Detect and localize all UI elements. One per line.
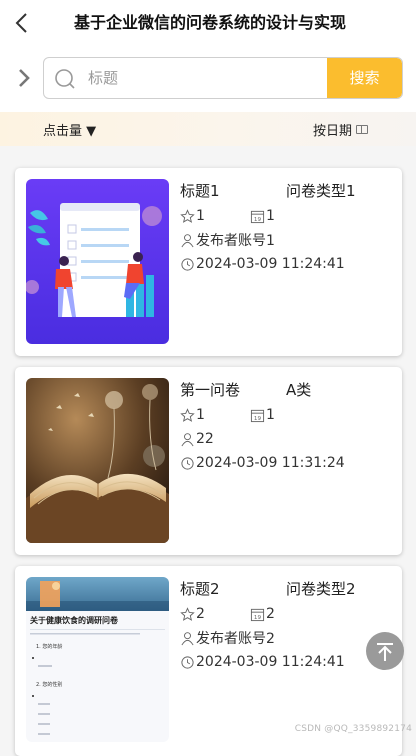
sort-bar: 点击量 ▼ 按日期 [0, 112, 416, 146]
survey-card[interactable]: 标题1 问卷类型1 1 19 1 发布者账号1 2024-03-09 11:24:4… [15, 168, 402, 356]
arrow-up-icon [377, 643, 393, 661]
search-row: 搜索 [0, 46, 416, 112]
top-bar: 基于企业微信的问卷系统的设计与实现 [0, 0, 416, 46]
date-count: 1 [266, 208, 275, 224]
publish-time: 2024-03-09 11:24:41 [196, 654, 345, 670]
doc-title: 关于健康饮食的调研问卷 [30, 616, 118, 625]
doc-section: 1. 您的年龄 [36, 644, 63, 650]
sort-order-icon [356, 125, 369, 134]
star-icon [180, 208, 195, 224]
star-icon [180, 606, 195, 622]
survey-thumbnail: 关于健康饮食的调研问卷 1. 您的年龄 2. 您的性别 [26, 577, 169, 742]
calendar-icon: 19 [250, 408, 265, 423]
survey-thumbnail [26, 378, 169, 543]
publisher: 22 [196, 431, 214, 447]
card-info: 第一问卷 A类 1 19 1 22 2024-03-09 11:31:24 [180, 379, 395, 475]
svg-text:19: 19 [254, 217, 262, 223]
svg-text:19: 19 [254, 416, 262, 422]
sort-by-clicks[interactable]: 点击量 ▼ [43, 120, 96, 139]
star-count: 1 [196, 208, 205, 224]
star-count: 2 [196, 606, 205, 622]
card-type: 问卷类型2 [286, 580, 356, 598]
user-icon [180, 432, 195, 447]
card-title: 第一问卷 [180, 381, 241, 399]
clock-icon [180, 257, 195, 272]
card-info: 标题1 问卷类型1 1 19 1 发布者账号1 2024-03-09 11:24:4… [180, 180, 395, 276]
star-count: 1 [196, 407, 205, 423]
star-icon [180, 407, 195, 423]
card-type: A类 [286, 381, 312, 399]
publisher: 发布者账号2 [196, 631, 275, 647]
user-icon [180, 631, 195, 646]
card-title: 标题1 [180, 182, 220, 200]
date-count: 2 [266, 606, 275, 622]
survey-card[interactable]: 第一问卷 A类 1 19 1 22 2024-03-09 11:31:24 [15, 367, 402, 555]
date-count: 1 [266, 407, 275, 423]
card-info: 标题2 问卷类型2 2 19 2 发布者账号2 2024-03-09 11:24:4… [180, 578, 395, 674]
clock-icon [180, 456, 195, 471]
sort-by-date[interactable]: 按日期 [313, 120, 369, 139]
card-type: 问卷类型1 [286, 182, 356, 200]
publisher: 发布者账号1 [196, 233, 275, 249]
search-button[interactable]: 搜索 [327, 58, 402, 98]
search-input[interactable] [88, 58, 324, 98]
card-title: 标题2 [180, 580, 220, 598]
survey-thumbnail [26, 179, 169, 344]
clock-icon [180, 655, 195, 670]
search-box: 搜索 [43, 57, 403, 99]
page-title: 基于企业微信的问卷系统的设计与实现 [73, 13, 346, 32]
svg-text:19: 19 [254, 615, 262, 621]
back-to-top-button[interactable] [366, 632, 404, 670]
user-icon [180, 233, 195, 248]
doc-section: 2. 您的性别 [36, 682, 63, 688]
sort-by-date-label: 按日期 [313, 124, 353, 139]
search-icon [53, 67, 77, 95]
watermark: CSDN @QQ_3359892174 [294, 724, 412, 734]
calendar-icon: 19 [250, 607, 265, 622]
chevron-right-icon[interactable] [14, 66, 34, 90]
publish-time: 2024-03-09 11:24:41 [196, 256, 345, 272]
publish-time: 2024-03-09 11:31:24 [196, 455, 345, 471]
calendar-icon: 19 [250, 209, 265, 224]
